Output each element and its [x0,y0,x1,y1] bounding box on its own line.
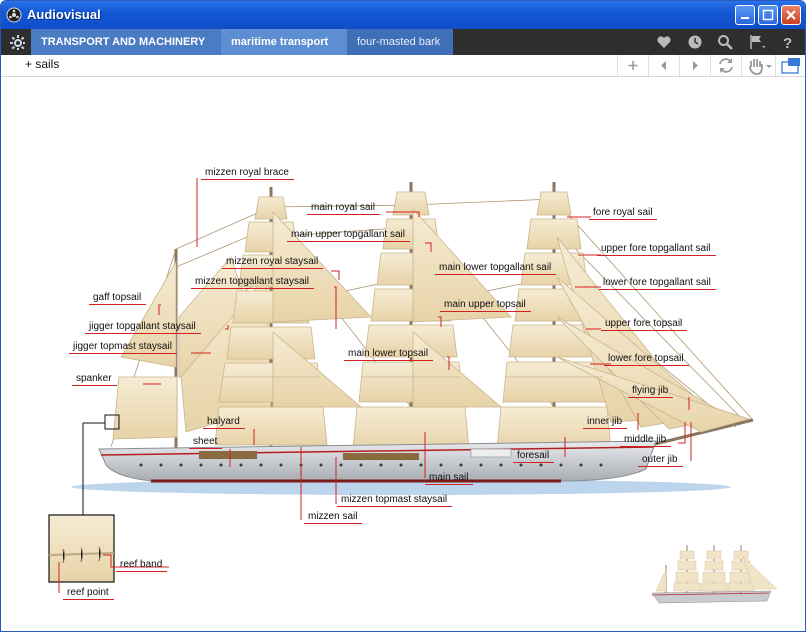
plus-icon [628,61,638,70]
previous-button[interactable] [648,55,678,76]
label-main-royal-sail[interactable]: main royal sail [307,202,380,215]
label-spanker[interactable]: spanker [72,373,117,386]
navigation-bar: TRANSPORT AND MACHINERY maritime transpo… [1,29,805,55]
home-gear-icon[interactable] [9,34,25,50]
label-mizzen-sail[interactable]: mizzen sail [304,511,363,524]
label-foresail[interactable]: foresail [513,450,555,463]
breadcrumb-transport-machinery[interactable]: TRANSPORT AND MACHINERY [31,29,221,55]
label-fore-royal-sail[interactable]: fore royal sail [589,207,658,220]
add-button[interactable] [617,55,647,76]
label-lower-fore-topgallant-sail[interactable]: lower fore topgallant sail [599,277,716,290]
hand-tool-button[interactable] [741,55,773,76]
label-inner-jib[interactable]: inner jib [583,416,628,429]
label-halyard[interactable]: halyard [203,416,245,429]
label-upper-fore-topsail[interactable]: upper fore topsail [601,318,688,331]
ship-thumbnail [651,545,778,604]
view-mode-button[interactable] [775,55,805,76]
app-window: Audiovisual TRANSPORT AND MACHINERY mari… [0,0,806,632]
app-reel-icon [6,7,22,23]
label-reef-band[interactable]: reef band [116,559,168,572]
label-outer-jib[interactable]: outer jib [638,454,683,467]
label-jigger-topgallant-staysail[interactable]: jigger topgallant staysail [85,321,201,334]
breadcrumb-maritime-transport[interactable]: maritime transport [221,29,347,55]
breadcrumb-four-masted-bark[interactable]: four-masted bark [347,29,453,55]
next-button[interactable] [679,55,709,76]
label-sheet[interactable]: sheet [189,436,223,449]
label-mizzen-royal-staysail[interactable]: mizzen royal staysail [222,256,324,269]
label-upper-fore-topgallant-sail[interactable]: upper fore topgallant sail [597,243,716,256]
label-flying-jib[interactable]: flying jib [628,385,674,398]
minimize-button[interactable] [735,5,755,25]
search-icon[interactable] [717,34,733,50]
label-main-upper-topsail[interactable]: main upper topsail [440,299,531,312]
illustration-area: mizzen royal brace main royal sail fore … [1,77,805,631]
label-mizzen-royal-brace[interactable]: mizzen royal brace [201,167,294,180]
hand-icon [749,59,772,75]
refresh-icon [719,58,733,73]
label-middle-jib[interactable]: middle jib [620,434,672,447]
maximize-icon [762,9,774,21]
sails-subject-label[interactable]: + sails [25,57,59,71]
history-clock-icon[interactable] [687,34,703,50]
window-title: Audiovisual [27,7,101,22]
minimize-icon [741,17,749,19]
svg-text:?: ? [783,35,792,50]
label-gaff-topsail[interactable]: gaff topsail [89,292,147,305]
title-bar: Audiovisual [1,1,805,29]
label-jigger-topmast-staysail[interactable]: jigger topmast staysail [69,341,177,354]
label-mizzen-topmast-staysail[interactable]: mizzen topmast staysail [337,494,453,507]
close-button[interactable] [781,5,801,25]
refresh-button[interactable] [710,55,740,76]
language-flag-icon[interactable] [749,34,765,50]
close-icon [786,10,796,20]
maximize-button[interactable] [758,5,778,25]
label-mizzen-topgallant-staysail[interactable]: mizzen topgallant staysail [191,276,314,289]
help-icon[interactable]: ? [780,34,796,50]
label-reef-point[interactable]: reef point [63,587,114,600]
label-main-upper-topgallant-sail[interactable]: main upper topgallant sail [287,229,410,242]
label-main-lower-topsail[interactable]: main lower topsail [344,348,434,361]
toolbar: + sails [1,55,805,77]
favorite-heart-icon[interactable] [656,34,672,50]
label-main-sail[interactable]: main sail [425,472,474,485]
window-view-icon [781,58,800,74]
label-main-lower-topgallant-sail[interactable]: main lower topgallant sail [435,262,557,275]
arrow-left-icon [661,61,666,70]
arrow-right-icon [693,61,698,70]
label-lower-fore-topsail[interactable]: lower fore topsail [604,353,689,366]
